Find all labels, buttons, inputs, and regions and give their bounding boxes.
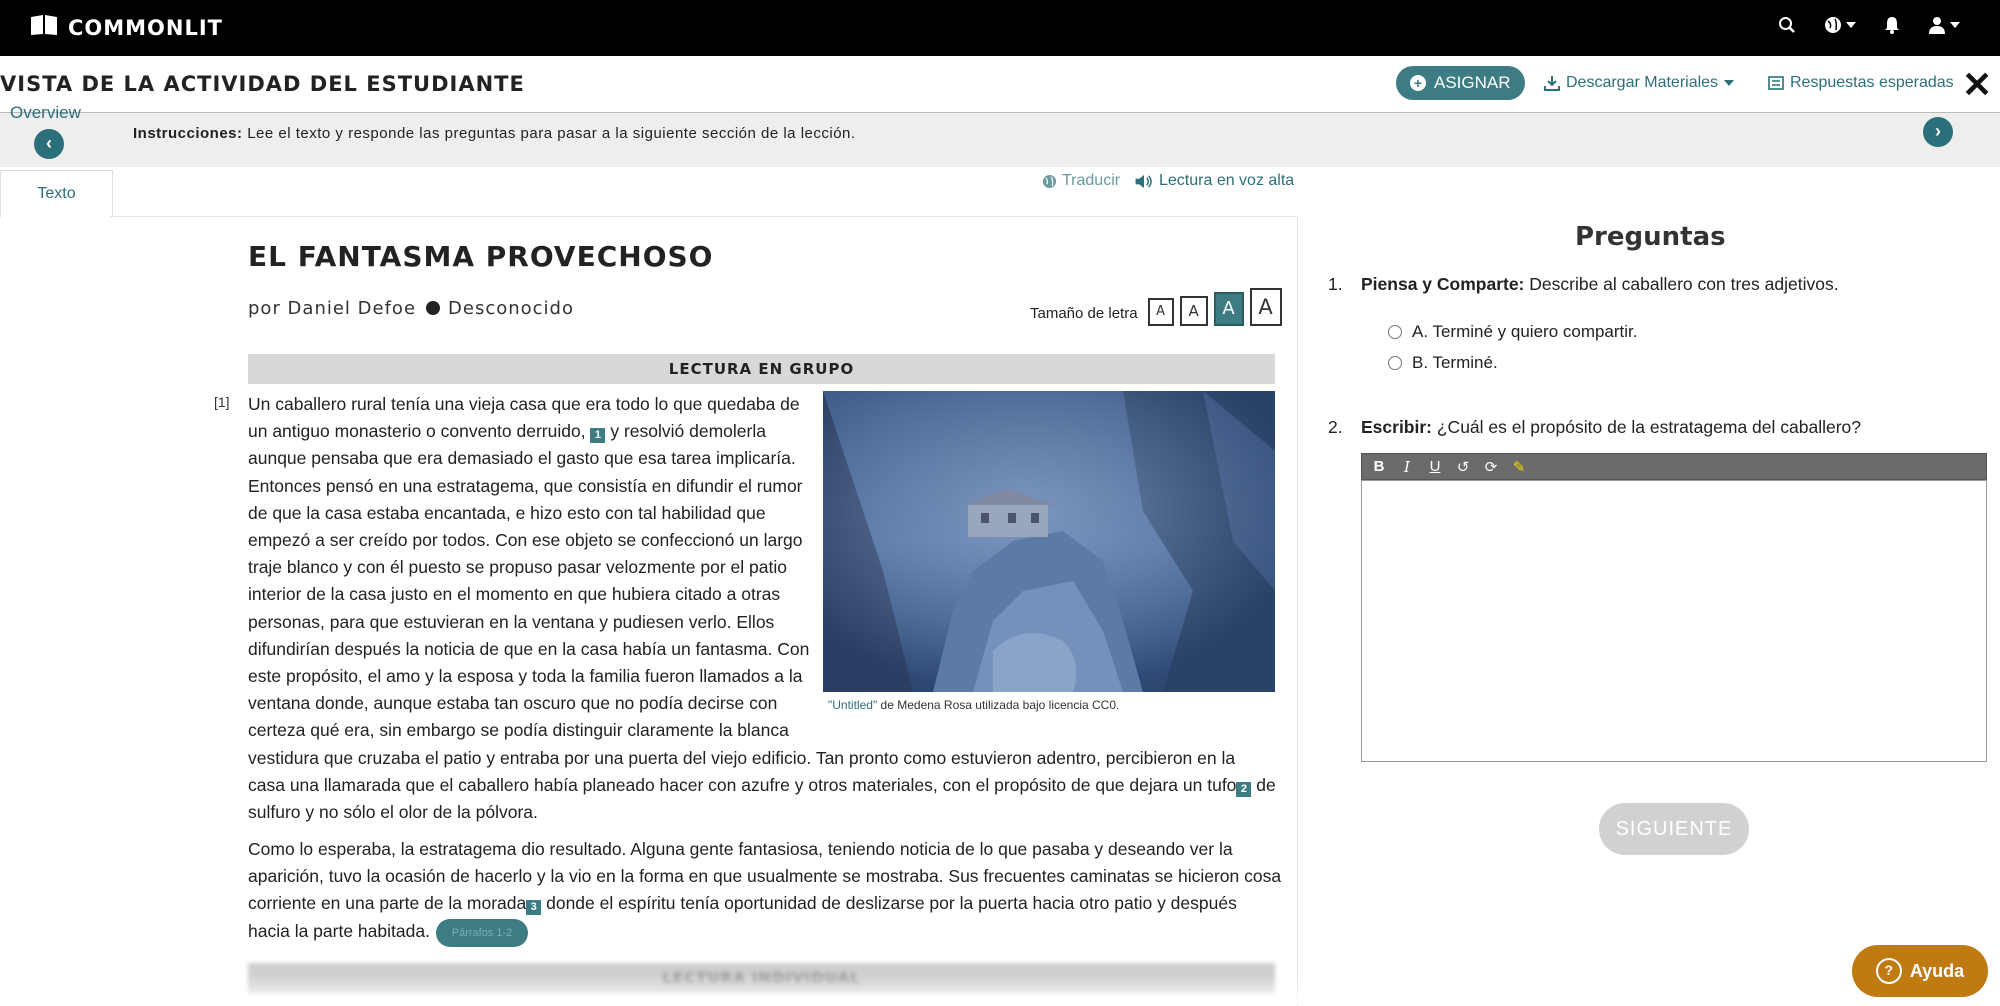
overview-link[interactable]: Overview (10, 103, 81, 123)
read-aloud-button[interactable]: Lectura en voz alta (1134, 172, 1294, 190)
paragraph-number: [1] (214, 394, 230, 410)
question-text: Escribir: ¿Cuál es el propósito de la es… (1361, 417, 1861, 437)
chevron-down-icon (1950, 22, 1960, 28)
user-icon[interactable] (1928, 16, 1960, 34)
help-label: Ayuda (1909, 960, 1965, 981)
download-label: Descargar Materiales (1566, 74, 1719, 91)
option-label: A. Terminé y quiero compartir. (1412, 322, 1638, 341)
download-materials-button[interactable]: Descargar Materiales (1544, 74, 1735, 92)
next-section-button[interactable]: › (1923, 117, 1953, 147)
expected-answers-button[interactable]: Respuestas esperadas (1768, 74, 1954, 92)
assign-label: ASIGNAR (1434, 73, 1511, 92)
footnote-3[interactable]: 3 (526, 900, 542, 916)
article-origin: Desconocido (448, 298, 574, 319)
questions-title: Preguntas (1575, 222, 1726, 252)
redo-icon[interactable]: ⟳ (1482, 458, 1500, 476)
help-button[interactable]: ? Ayuda (1852, 945, 1988, 997)
paragraph-2: Como lo esperaba, la estratagema dio res… (248, 836, 1281, 945)
separator-dot-icon (426, 301, 441, 315)
assign-button[interactable]: + ASIGNAR (1396, 66, 1525, 100)
globe-icon[interactable] (1824, 16, 1856, 34)
chevron-down-icon (1846, 22, 1856, 28)
footnote-1[interactable]: 1 (590, 428, 606, 444)
text-line: sulfuro y no sólo el olor de la pólvora. (248, 802, 538, 823)
question-text: Piensa y Comparte: Describe al caballero… (1361, 274, 1839, 294)
paragraph-range-pill[interactable]: Párrafos 1-2 (436, 919, 528, 947)
search-icon[interactable] (1778, 16, 1796, 34)
read-aloud-label: Lectura en voz alta (1159, 172, 1295, 189)
article-byline: por Daniel Defoe Desconocido (248, 298, 574, 319)
speaker-icon (1135, 174, 1152, 188)
text-line: casa una llamarada que el caballero habí… (248, 774, 1276, 797)
top-navbar: COMMONLIT (0, 0, 2000, 56)
next-button[interactable]: SIGUIENTE (1599, 803, 1749, 855)
editor-toolbar: B I U ↺ ⟳ ✎ (1361, 453, 1987, 480)
q1-option-a[interactable]: A. Terminé y quiero compartir. (1388, 322, 1638, 342)
font-size-large-button[interactable]: A (1213, 292, 1244, 326)
underline-icon[interactable]: U (1426, 458, 1444, 475)
chevron-left-icon: ‹ (46, 133, 52, 153)
question-mark-icon: ? (1875, 958, 1902, 984)
text-line: certeza qué era, sin embargo se podía di… (248, 720, 789, 741)
commonlit-logo[interactable]: COMMONLIT (30, 14, 223, 41)
plus-icon: + (1410, 75, 1426, 91)
instructions-label: Instrucciones: (133, 125, 243, 142)
activity-header: VISTA DE LA ACTIVIDAD DEL ESTUDIANTE + A… (0, 56, 2000, 114)
font-size-control: Tamaño de letra A A A A (1030, 288, 1282, 326)
answer-textarea[interactable] (1361, 480, 1987, 762)
close-icon[interactable]: ✕ (1962, 64, 1992, 106)
list-icon (1768, 76, 1784, 90)
article-title: EL FANTASMA PROVECHOSO (248, 240, 714, 273)
author-name: por Daniel Defoe (248, 298, 417, 319)
footnote-2[interactable]: 2 (1236, 781, 1252, 797)
top-icons (1778, 16, 1960, 34)
font-size-xlarge-button[interactable]: A (1249, 288, 1282, 326)
book-icon (30, 14, 58, 41)
translate-button[interactable]: Traducir (1042, 172, 1120, 190)
caption-link[interactable]: "Untitled" (828, 698, 877, 712)
download-icon (1544, 76, 1560, 91)
caption-text: de Medena Rosa utilizada bajo licencia C… (877, 698, 1120, 712)
text-line: aparición, tuvo la ocasión de hacerlo y … (248, 866, 1282, 887)
undo-icon[interactable]: ↺ (1454, 458, 1472, 476)
instructions-body: Lee el texto y responde las preguntas pa… (242, 125, 856, 142)
question-number: 2. (1328, 417, 1343, 437)
caret-down-icon (1724, 80, 1735, 86)
bell-icon[interactable] (1884, 16, 1900, 34)
radio-button[interactable] (1388, 325, 1402, 339)
answers-label: Respuestas esperadas (1790, 74, 1954, 91)
tab-text[interactable]: Texto (0, 170, 113, 217)
bottom-fade (0, 975, 2000, 1005)
chevron-right-icon: › (1935, 121, 1941, 141)
text-line: Como lo esperaba, la estratagema dio res… (248, 839, 1233, 859)
page-title: VISTA DE LA ACTIVIDAD DEL ESTUDIANTE (0, 72, 525, 96)
q1-option-b[interactable]: B. Terminé. (1388, 353, 1498, 373)
text-line: ventana donde, aunque estaba tan oscuro … (248, 693, 778, 714)
text-line: hacia la parte habitada. (248, 920, 430, 941)
globe-icon (1042, 174, 1057, 188)
question-number: 1. (1328, 274, 1343, 294)
logo-text: COMMONLIT (68, 15, 224, 40)
group-reading-header: LECTURA EN GRUPO (248, 354, 1275, 384)
radio-button[interactable] (1388, 356, 1402, 370)
text-line: vestidura que cruzaba el patio y entraba… (248, 747, 1236, 768)
image-caption: "Untitled" de Medena Rosa utilizada bajo… (828, 698, 1119, 712)
option-label: B. Terminé. (1412, 353, 1498, 372)
highlighter-icon[interactable]: ✎ (1510, 458, 1528, 476)
previous-button[interactable]: ‹ (34, 129, 64, 159)
font-size-small-button[interactable]: A (1147, 298, 1174, 326)
font-size-medium-button[interactable]: A (1179, 296, 1208, 326)
bold-icon[interactable]: B (1370, 458, 1388, 475)
font-size-label: Tamaño de letra (1030, 305, 1138, 322)
translate-label: Traducir (1062, 172, 1121, 189)
text-line: corriente en una parte de la morada 3 don… (248, 893, 1237, 916)
article-image (823, 391, 1275, 692)
italic-icon[interactable]: I (1398, 458, 1416, 476)
instructions-text: Instrucciones: Lee el texto y responde l… (133, 125, 856, 142)
